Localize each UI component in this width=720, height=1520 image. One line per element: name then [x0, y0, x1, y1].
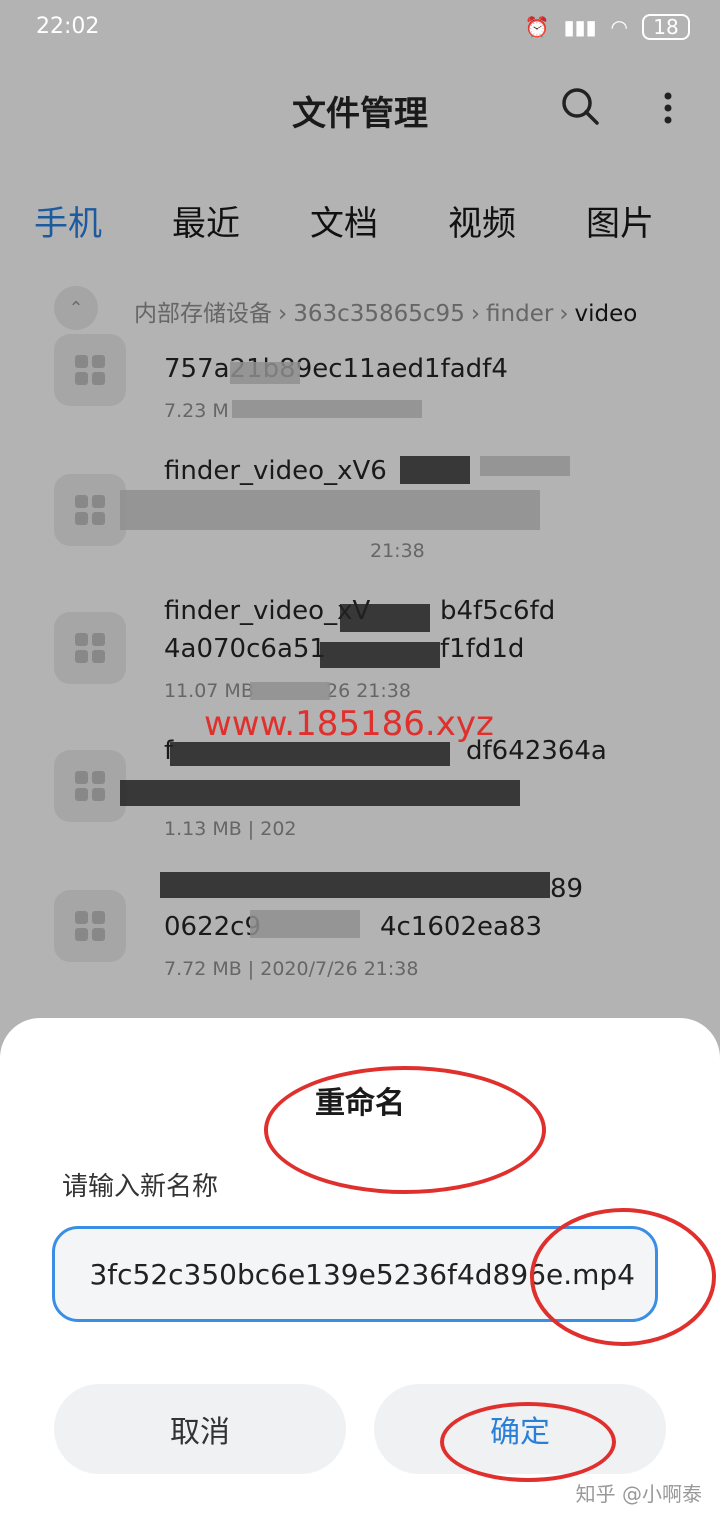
file-name[interactable]: finder_video_xV6	[164, 456, 387, 486]
breadcrumb-root[interactable]: 内部存储设备	[134, 301, 272, 327]
file-name[interactable]: 757a21b89ec11aed1fadf4	[164, 354, 508, 384]
file-icon	[54, 890, 126, 962]
file-name[interactable]: 0622c9	[164, 912, 261, 942]
breadcrumb-folder[interactable]: finder	[486, 301, 553, 327]
search-icon[interactable]	[560, 86, 600, 126]
tab-recent[interactable]: 最近	[172, 196, 240, 245]
wifi-icon: ◠	[610, 15, 628, 39]
tab-images[interactable]: 图片	[586, 196, 654, 245]
mosaic	[230, 362, 300, 384]
file-meta-part: 26 21:38	[326, 680, 411, 702]
mosaic	[340, 604, 430, 632]
file-name-part: b4f5c6fd	[440, 596, 556, 626]
breadcrumb-mid[interactable]: 363c35865c95	[293, 301, 465, 327]
mosaic	[160, 872, 550, 898]
mosaic	[170, 742, 450, 766]
watermark-text: www.185186.xyz	[204, 704, 494, 744]
file-meta: 7.23 M	[164, 400, 229, 422]
credit-text: 知乎 @小啊泰	[575, 1482, 702, 1506]
annotation-circle	[440, 1402, 616, 1482]
mosaic	[232, 400, 422, 418]
annotation-circle	[264, 1066, 546, 1194]
file-name-line2: 4a070c6a51	[164, 634, 326, 664]
status-icons: ⏰ ▮▮▮ ◠ 18	[525, 14, 690, 40]
file-name-part: f1fd1d	[440, 634, 525, 664]
file-meta: 1.13 MB | 202	[164, 818, 297, 840]
category-tabs: 手机 最近 文档 视频 图片	[34, 196, 654, 245]
file-icon	[54, 474, 126, 546]
mosaic	[250, 910, 360, 938]
dialog-prompt: 请输入新名称	[62, 1172, 219, 1202]
mosaic	[120, 490, 540, 530]
file-icon	[54, 750, 126, 822]
tab-documents[interactable]: 文档	[310, 196, 378, 245]
mosaic	[480, 456, 570, 476]
annotation-circle	[530, 1208, 716, 1346]
mosaic	[320, 642, 440, 668]
battery-icon: 18	[642, 14, 690, 40]
mosaic	[120, 780, 520, 806]
file-icon	[54, 334, 126, 406]
alarm-icon: ⏰	[524, 15, 550, 39]
tab-videos[interactable]: 视频	[448, 196, 516, 245]
cancel-button[interactable]: 取消	[54, 1384, 346, 1474]
file-icon	[54, 612, 126, 684]
signal-icon: ▮▮▮	[563, 15, 597, 39]
mosaic	[400, 456, 470, 484]
file-meta: 11.07 MB	[164, 680, 254, 702]
mosaic	[250, 682, 330, 700]
file-meta: 7.72 MB | 2020/7/26 21:38	[164, 958, 419, 980]
breadcrumb: 内部存储设备 › 363c35865c95 › finder › video	[134, 301, 638, 327]
page-title: 文件管理	[292, 94, 428, 134]
status-time: 22:02	[36, 14, 100, 39]
file-name-part: 4c1602ea83	[380, 912, 543, 942]
expand-collapse-icon[interactable]: ⌃	[54, 286, 98, 330]
more-vertical-icon[interactable]	[656, 90, 680, 130]
tab-phone[interactable]: 手机	[34, 196, 102, 245]
file-name-part: 89	[550, 874, 584, 904]
file-meta: 21:38	[370, 540, 425, 562]
breadcrumb-current: video	[574, 301, 638, 327]
